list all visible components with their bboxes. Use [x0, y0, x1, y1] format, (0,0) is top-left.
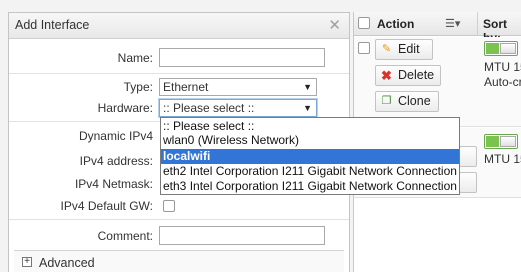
advanced-label: Advanced	[39, 256, 95, 270]
dynamic-ipv4-label: Dynamic IPv4	[78, 129, 153, 143]
dropdown-option[interactable]: :: Please select ::	[161, 119, 459, 134]
select-all-checkbox[interactable]	[358, 17, 370, 29]
ipv4-address-label: IPv4 address:	[79, 154, 153, 168]
delete-button-label: Delete	[398, 68, 435, 82]
chevron-down-icon: ▼	[303, 103, 312, 113]
mtu-info: MTU 15	[484, 60, 521, 74]
column-header-action[interactable]: Action ☰▾	[354, 12, 478, 36]
advanced-section-toggle[interactable]: + Advanced	[14, 250, 344, 272]
ipv4-netmask-label: IPv4 Netmask:	[74, 177, 153, 191]
dialog-title: Add Interface	[15, 18, 90, 32]
ipv4-default-gw-label: IPv4 Default GW:	[60, 199, 153, 213]
clone-button[interactable]: ❐ Clone	[375, 91, 439, 112]
type-select[interactable]: Ethernet ▼	[159, 78, 317, 96]
type-label: Type:	[123, 80, 153, 94]
chevron-down-icon: ▼	[303, 82, 312, 92]
hardware-select[interactable]: :: Please select :: ▼	[159, 99, 317, 117]
name-input[interactable]	[159, 48, 325, 67]
row-action-button[interactable]	[459, 172, 477, 193]
dropdown-option[interactable]: eth2 Intel Corporation I211 Gigabit Netw…	[161, 164, 459, 179]
edit-button-label: Edit	[398, 42, 420, 56]
plus-icon: +	[22, 257, 32, 267]
type-select-value: Ethernet	[163, 80, 209, 94]
row-action-button[interactable]	[459, 146, 477, 167]
delete-button[interactable]: ✖ Delete	[375, 65, 441, 86]
toggle-knob	[500, 136, 516, 147]
comment-input[interactable]	[159, 226, 325, 245]
enable-toggle[interactable]	[484, 134, 518, 149]
dropdown-option-highlighted[interactable]: localwifi	[161, 149, 459, 164]
dropdown-option[interactable]: eth3 Intel Corporation I211 Gigabit Netw…	[161, 179, 459, 194]
column-header-sort[interactable]: Sort by:	[478, 12, 521, 45]
edit-button[interactable]: ✎ Edit	[375, 39, 433, 60]
close-icon[interactable]: ✕	[328, 16, 341, 34]
clone-button-label: Clone	[398, 94, 431, 108]
hardware-label: Hardware:	[97, 101, 153, 115]
comment-label: Comment:	[97, 229, 153, 243]
toggle-on-indicator	[486, 43, 499, 54]
toggle-on-indicator	[486, 136, 499, 147]
enable-toggle[interactable]	[484, 41, 518, 56]
hardware-select-value: :: Please select ::	[163, 101, 255, 115]
dialog-header: Add Interface ✕	[9, 13, 349, 39]
edit-icon: ✎	[381, 43, 392, 55]
name-label: Name:	[117, 51, 153, 65]
dropdown-option[interactable]: wlan0 (Wireless Network)	[161, 133, 459, 148]
mtu-info: MTU 15	[484, 152, 521, 166]
toggle-knob	[500, 43, 516, 54]
row-checkbox[interactable]	[358, 42, 370, 54]
table-row: ✎ Edit ✖ Delete ❐ Clone MTU 15 Auto-cr	[354, 37, 521, 127]
auto-info: Auto-cr	[484, 75, 521, 89]
divider	[9, 219, 349, 220]
delete-icon: ✖	[381, 68, 392, 83]
ipv4-default-gw-checkbox[interactable]	[163, 200, 175, 212]
hardware-dropdown-list: :: Please select :: wlan0 (Wireless Netw…	[160, 117, 460, 195]
divider	[9, 73, 349, 74]
action-header-label: Action	[377, 17, 415, 31]
list-menu-icon[interactable]: ☰▾	[445, 17, 460, 30]
clone-icon: ❐	[381, 95, 392, 107]
